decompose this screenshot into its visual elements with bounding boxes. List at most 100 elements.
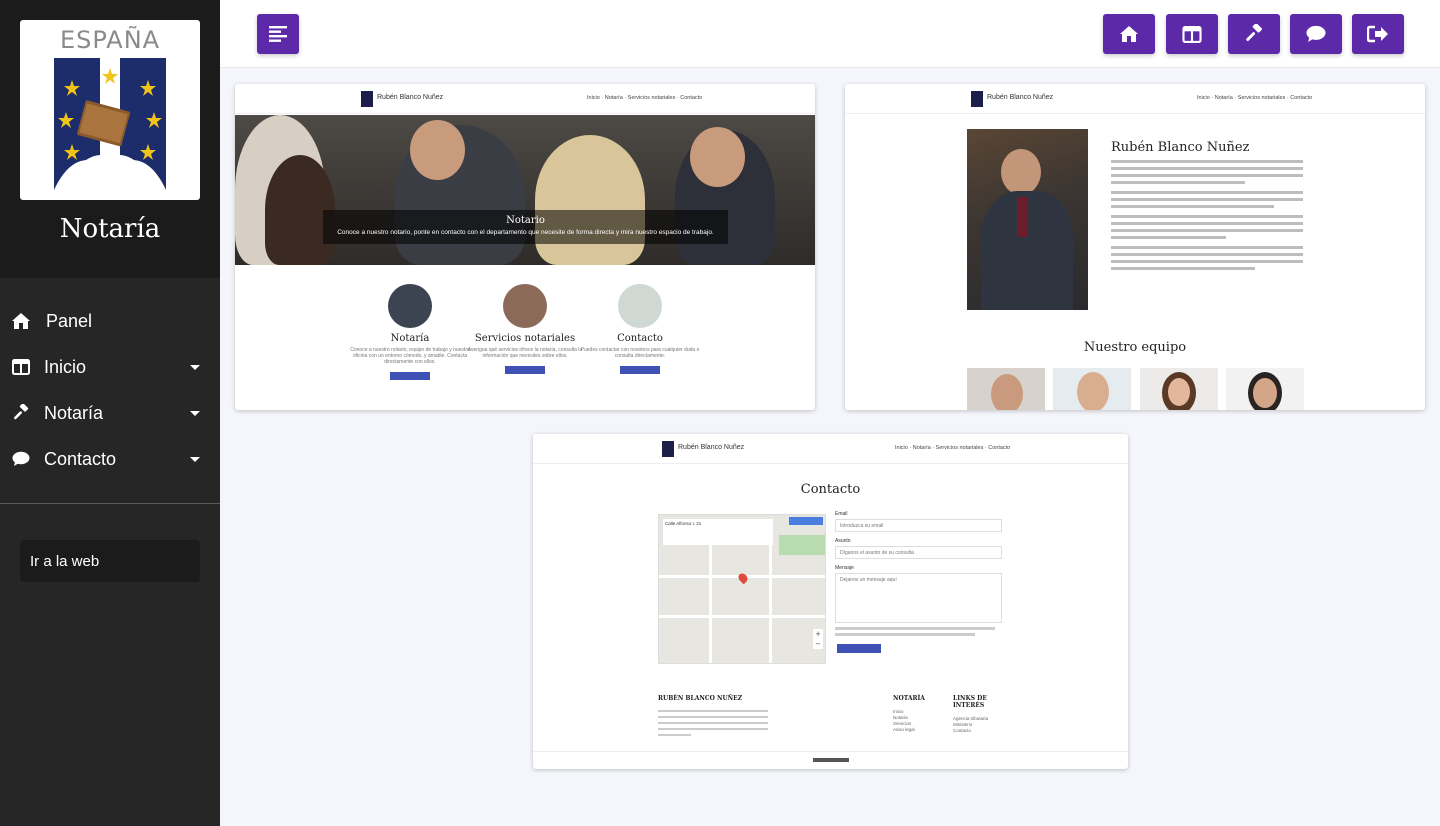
email-field[interactable]: Introduzca su email — [835, 519, 1002, 532]
emblem-icon — [54, 58, 166, 190]
pen-icon — [388, 284, 432, 328]
sidebar-item-label: Inicio — [44, 356, 87, 377]
topbar — [220, 0, 1440, 68]
columns-icon — [10, 357, 32, 377]
feature-notaria: Notaría Conoce a nuestro notario, equipo… — [350, 284, 470, 380]
sidebar-item-contacto[interactable]: Contacto — [0, 436, 220, 482]
footer-brand: RUBÉN BLANCO NUÑEZ — [658, 695, 743, 702]
footer-notaria-heading: NOTARÍA — [893, 695, 925, 702]
contact-preview-card[interactable]: Rubén Blanco Nuñez Inicio · Notaría · Se… — [533, 434, 1128, 769]
sidebar-brand: ESPAÑA Notaría — [0, 0, 220, 278]
map-pin-icon — [736, 571, 750, 585]
map-enlarge[interactable] — [789, 517, 823, 525]
mini-logo — [662, 441, 674, 457]
map[interactable]: Calle Alfonso I, 21 + − — [658, 514, 826, 664]
comment-icon — [10, 449, 32, 469]
team-member-photo — [967, 368, 1045, 410]
email-label: Email — [835, 511, 848, 517]
hero-title: Notario — [506, 215, 545, 226]
sidebar-item-inicio[interactable]: Inicio — [0, 344, 220, 390]
feature-button[interactable] — [505, 366, 545, 374]
logo: ESPAÑA — [20, 20, 200, 200]
feature-title: Servicios notariales — [474, 333, 576, 344]
feature-text: Conoce a nuestro notario, equipo de trab… — [350, 347, 470, 365]
contact-title: Contacto — [800, 482, 861, 497]
notary-photo — [967, 129, 1088, 310]
feature-title: Notaría — [390, 333, 430, 344]
team-member-photo — [1140, 368, 1218, 410]
brand-title: Notaría — [59, 214, 161, 244]
submit-button[interactable] — [837, 644, 881, 653]
mini-navbar: Rubén Blanco Nuñez Inicio · Notaría · Se… — [845, 84, 1425, 114]
footer-links-heading: LINKS DE INTERÉS — [953, 695, 987, 709]
notary-name: Rubén Blanco Nuñez — [1111, 140, 1250, 155]
sign-out-icon — [1367, 25, 1388, 43]
privacy-text — [835, 627, 995, 630]
hero-caption: Notario Conoce a nuestro notario, ponte … — [323, 210, 728, 244]
align-left-icon — [269, 26, 287, 42]
mini-logo — [971, 91, 983, 107]
mini-brand: Rubén Blanco Nuñez — [377, 94, 444, 101]
footer-link[interactable]: Contacto — [953, 728, 971, 735]
about-preview-card[interactable]: Rubén Blanco Nuñez Inicio · Notaría · Se… — [845, 84, 1425, 410]
feature-button[interactable] — [620, 366, 660, 374]
gavel-icon — [10, 403, 32, 423]
privacy-text — [835, 633, 975, 636]
chevron-down-icon — [190, 457, 200, 462]
social-icons[interactable] — [813, 758, 849, 762]
notaria-button[interactable] — [1228, 14, 1280, 54]
mini-nav-links: Inicio · Notaría · Servicios notariales … — [587, 95, 703, 101]
comment-icon — [1306, 25, 1326, 42]
feature-title: Contacto — [617, 333, 663, 344]
sidebar-item-label: Contacto — [44, 448, 117, 469]
contacto-button[interactable] — [1290, 14, 1342, 54]
chevron-down-icon — [190, 411, 200, 416]
footer-about-text — [658, 710, 768, 736]
sidebar-item-notaria[interactable]: Notaría — [0, 390, 220, 436]
go-to-web-button[interactable]: Ir a la web — [20, 540, 200, 582]
map-address: Calle Alfonso I, 21 — [663, 519, 773, 545]
mini-brand: Rubén Blanco Nuñez — [678, 444, 745, 451]
map-zoom-controls[interactable]: + − — [813, 629, 823, 649]
message-label: Mensaje — [835, 565, 854, 571]
feature-button[interactable] — [390, 372, 430, 380]
mini-brand: Rubén Blanco Nuñez — [987, 94, 1054, 101]
footer-link[interactable]: Aviso legal — [893, 727, 915, 734]
sidebar-item-label: Panel — [46, 310, 93, 331]
team-title: Nuestro equipo — [1083, 340, 1187, 355]
sidebar-divider — [0, 503, 220, 504]
feature-servicios: Servicios notariales Averigua qué servic… — [465, 284, 585, 374]
home-icon — [1120, 26, 1138, 42]
sidebar-menu: Panel Inicio Notaría Contacto — [0, 298, 220, 482]
sidebar-item-panel[interactable]: Panel — [0, 298, 220, 344]
message-field[interactable]: Dejanos un mensaje aquí — [835, 573, 1002, 623]
sidebar-item-label: Notaría — [44, 402, 104, 423]
mini-navbar: Rubén Blanco Nuñez Inicio · Notaría · Se… — [533, 434, 1128, 464]
hero-image: Notario Conoce a nuestro notario, ponte … — [235, 115, 815, 265]
sidebar: ESPAÑA Notaría Panel Inicio Notaría Cont… — [0, 0, 220, 826]
bio-text — [1111, 160, 1303, 274]
home-preview-card[interactable]: Rubén Blanco Nuñez Inicio · Notaría · Se… — [235, 84, 815, 410]
subject-label: Asunto — [835, 538, 851, 544]
document-icon — [503, 284, 547, 328]
sign-out-button[interactable] — [1352, 14, 1404, 54]
subject-field[interactable]: Díganos el asunto de su consulta — [835, 546, 1002, 559]
mini-nav-links: Inicio · Notaría · Servicios notariales … — [895, 445, 1011, 451]
mini-logo — [361, 91, 373, 107]
feature-text: Puedes contactar con nosotros para cualq… — [580, 347, 700, 359]
hero-subtitle: Conoce a nuestro notario, ponte en conta… — [337, 229, 714, 236]
inicio-button[interactable] — [1166, 14, 1218, 54]
columns-icon — [1182, 25, 1202, 43]
gavel-icon — [1246, 24, 1262, 42]
team-member-photo — [1053, 368, 1131, 410]
home-button[interactable] — [1103, 14, 1155, 54]
phone-chat-icon — [618, 284, 662, 328]
team-member-photo — [1226, 368, 1304, 410]
mini-navbar: Rubén Blanco Nuñez Inicio · Notaría · Se… — [235, 84, 815, 114]
feature-text: Averigua qué servicios ofrece la notaría… — [467, 347, 583, 359]
feature-contacto: Contacto Puedes contactar con nosotros p… — [580, 284, 700, 374]
chevron-down-icon — [190, 365, 200, 370]
menu-toggle-button[interactable] — [257, 14, 299, 54]
mini-nav-links: Inicio · Notaría · Servicios notariales … — [1197, 95, 1313, 101]
home-icon — [10, 311, 32, 331]
